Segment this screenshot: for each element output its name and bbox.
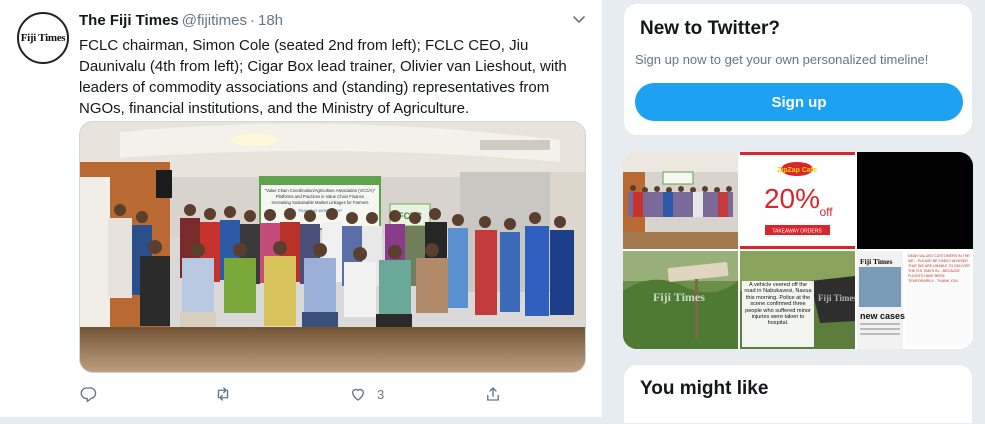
banner-line-3: Increasing Sustainable Market Linkages f… — [271, 200, 368, 205]
reply-button[interactable] — [79, 385, 107, 403]
tweet-text: FCLC chairman, Simon Cole (seated 2nd fr… — [79, 37, 567, 117]
paper-headline: new cases — [860, 311, 905, 321]
media-thumb-sign[interactable]: Fiji Times — [623, 251, 738, 349]
media-thumb-video[interactable] — [857, 152, 973, 249]
tweet-photo[interactable]: "Value Chain Coordination/Agriculture As… — [79, 121, 586, 373]
signup-button[interactable]: Sign up — [635, 83, 963, 121]
author-handle[interactable]: @fijitimes — [182, 12, 247, 29]
reply-icon — [80, 387, 97, 403]
share-icon — [487, 387, 499, 401]
banner-line-2: Platforms and Practices in Value Chain F… — [276, 194, 365, 199]
tweet-timestamp[interactable]: 18h — [258, 12, 283, 29]
like-button[interactable]: 3 — [349, 385, 384, 403]
you-might-like-card: You might like — [623, 364, 973, 424]
media-thumb-group-photo[interactable] — [623, 152, 738, 249]
group-photo-illustration: "Value Chain Coordination/Agriculture As… — [80, 122, 585, 372]
you-might-like-title: You might like — [640, 378, 769, 399]
banner-line-1: "Value Chain Coordination/Agriculture As… — [265, 188, 376, 193]
tweet-header: The Fiji Times @fijitimes · 18h — [79, 12, 283, 29]
tweet[interactable]: Fiji Times The Fiji Times @fijitimes · 18h … — [0, 0, 603, 417]
heart-icon — [352, 388, 364, 401]
like-count: 3 — [377, 386, 385, 402]
ad-brand: ZipZap Cafe — [777, 167, 817, 174]
tweet-actions: 3 — [79, 385, 519, 407]
road-sign-photo: Fiji Times — [623, 251, 738, 349]
header-separator: · — [249, 12, 255, 29]
cafe-ad-graphic: ZipZap Cafe 20% off TAKEAWAY ORDERS — [740, 152, 855, 249]
ad-sub: TAKEAWAY ORDERS — [772, 229, 822, 235]
newspaper-graphic: Fiji Times new cases DEAR VALUED CUSTOME… — [857, 251, 973, 349]
media-thumb-cafe-ad[interactable]: ZipZap Cafe 20% off TAKEAWAY ORDERS — [740, 152, 855, 249]
retweet-icon — [217, 387, 229, 401]
media-thumb-crash[interactable]: A vehicle veered off the road in Nabukav… — [740, 251, 855, 349]
author-name[interactable]: The Fiji Times — [79, 12, 179, 29]
signup-card-subtitle: Sign up now to get your own personalized… — [635, 52, 929, 67]
retweet-button[interactable] — [214, 385, 242, 403]
chevron-down-icon[interactable] — [570, 10, 588, 28]
media-thumb-newspaper[interactable]: Fiji Times new cases DEAR VALUED CUSTOME… — [857, 251, 973, 349]
signup-card: New to Twitter? Sign up now to get your … — [623, 3, 973, 136]
avatar[interactable]: Fiji Times — [17, 12, 69, 64]
avatar-logo-text: Fiji Times — [20, 32, 66, 44]
crash-caption: A vehicle veered off the road in Nabukav… — [744, 282, 812, 327]
share-button[interactable] — [484, 385, 502, 403]
group-photo-thumb — [623, 152, 738, 249]
notice-text: DEAR VALUED CUSTOMERS IN THE WE... PLEAS… — [908, 254, 970, 283]
crash-photo: A vehicle veered off the road in Nabukav… — [740, 251, 855, 349]
media-grid: ZipZap Cafe 20% off TAKEAWAY ORDERS Fiji… — [623, 152, 973, 349]
ad-percent: 20% — [764, 183, 820, 214]
ad-off: off — [819, 205, 833, 219]
watermark-1: Fiji Times — [653, 290, 705, 304]
paper-masthead: Fiji Times — [860, 257, 893, 266]
signup-card-title: New to Twitter? — [640, 18, 781, 39]
watermark-2: Fiji Times — [818, 293, 855, 303]
